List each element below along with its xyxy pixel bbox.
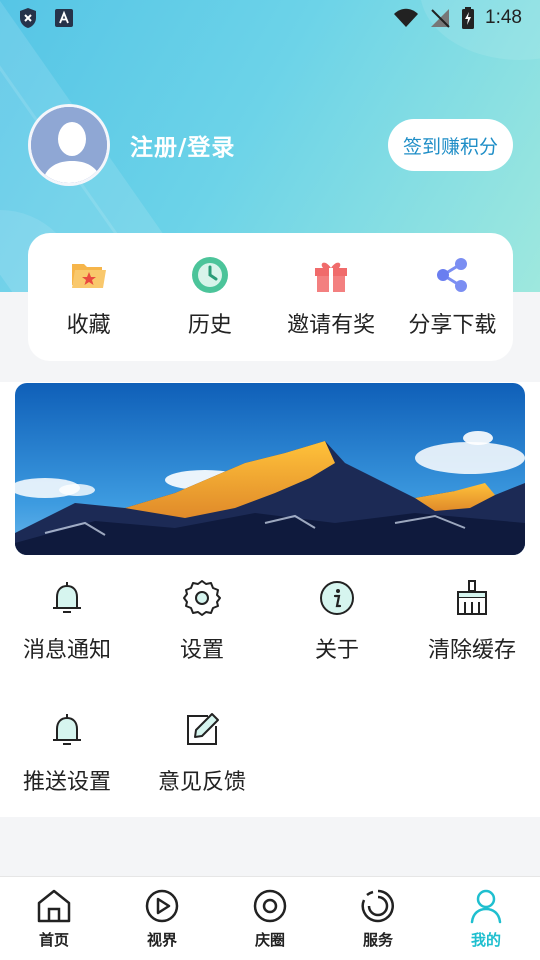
snowy-mountain-banner	[15, 383, 525, 555]
quick-action-history[interactable]: 历史	[149, 233, 270, 361]
broom-icon	[457, 580, 487, 615]
edit-icon	[187, 713, 219, 745]
nav-tab-mine[interactable]: 我的	[432, 877, 540, 960]
nav-tab-home[interactable]: 首页	[0, 877, 108, 960]
quick-actions-card: 收藏 历史 邀请有奖 分享下载	[28, 233, 513, 361]
nav-label: 视界	[146, 931, 177, 949]
checkin-button[interactable]: 签到赚积分	[388, 119, 513, 171]
shield-x-icon	[20, 8, 36, 28]
share-icon	[437, 258, 468, 292]
battery-charging-icon	[462, 7, 475, 29]
nav-tab-service[interactable]: 服务	[324, 877, 432, 960]
quick-action-label: 历史	[187, 313, 232, 338]
menu-label: 意见反馈	[157, 770, 246, 795]
quick-action-label: 收藏	[66, 313, 111, 338]
service-swirl-icon	[361, 889, 394, 923]
bell-icon	[53, 582, 81, 613]
nav-label: 我的	[470, 931, 501, 949]
nav-tab-circle[interactable]: 庆圈	[216, 877, 324, 960]
nav-label: 庆圈	[254, 931, 285, 949]
quick-action-favorites[interactable]: 收藏	[28, 233, 149, 361]
gift-icon	[315, 262, 348, 292]
nav-label: 服务	[362, 931, 393, 949]
menu-label: 关于	[314, 638, 359, 663]
menu-label: 消息通知	[22, 638, 111, 663]
menu-label: 清除缓存	[427, 638, 516, 663]
login-register-link[interactable]: 注册/登录	[130, 128, 235, 162]
status-time: 1:48	[485, 7, 522, 28]
menu-label: 设置	[179, 638, 224, 663]
banner-image[interactable]	[15, 383, 525, 555]
menu-label: 推送设置	[22, 770, 111, 795]
wifi-icon	[394, 8, 419, 27]
menu-settings[interactable]: 设置	[142, 578, 262, 664]
nav-tab-vision[interactable]: 视界	[108, 877, 216, 960]
menu-clear-cache[interactable]: 清除缓存	[412, 578, 532, 664]
info-icon	[320, 581, 354, 615]
quick-action-share[interactable]: 分享下载	[392, 233, 513, 361]
no-signal-icon	[431, 9, 450, 28]
bell-icon	[53, 714, 81, 745]
quick-action-label: 分享下载	[408, 313, 497, 338]
menu-push-settings[interactable]: 推送设置	[7, 710, 127, 796]
circle-target-icon	[253, 889, 287, 923]
quick-action-invite[interactable]: 邀请有奖	[271, 233, 392, 361]
menu-notifications[interactable]: 消息通知	[7, 578, 127, 664]
nav-label: 首页	[38, 931, 69, 949]
clock-history-icon	[191, 257, 228, 293]
app-a-icon	[55, 9, 73, 27]
status-bar: 1:48	[0, 0, 540, 36]
play-icon	[145, 889, 179, 923]
menu-about[interactable]: 关于	[277, 578, 397, 664]
avatar[interactable]	[28, 104, 110, 186]
home-icon	[37, 889, 71, 923]
quick-action-label: 邀请有奖	[287, 313, 376, 338]
menu-feedback[interactable]: 意见反馈	[142, 710, 262, 796]
gear-icon	[183, 580, 221, 616]
folder-star-icon	[71, 264, 106, 288]
user-icon	[470, 889, 502, 924]
bottom-navigation: 首页 视界 庆圈 服务 我的	[0, 876, 540, 960]
